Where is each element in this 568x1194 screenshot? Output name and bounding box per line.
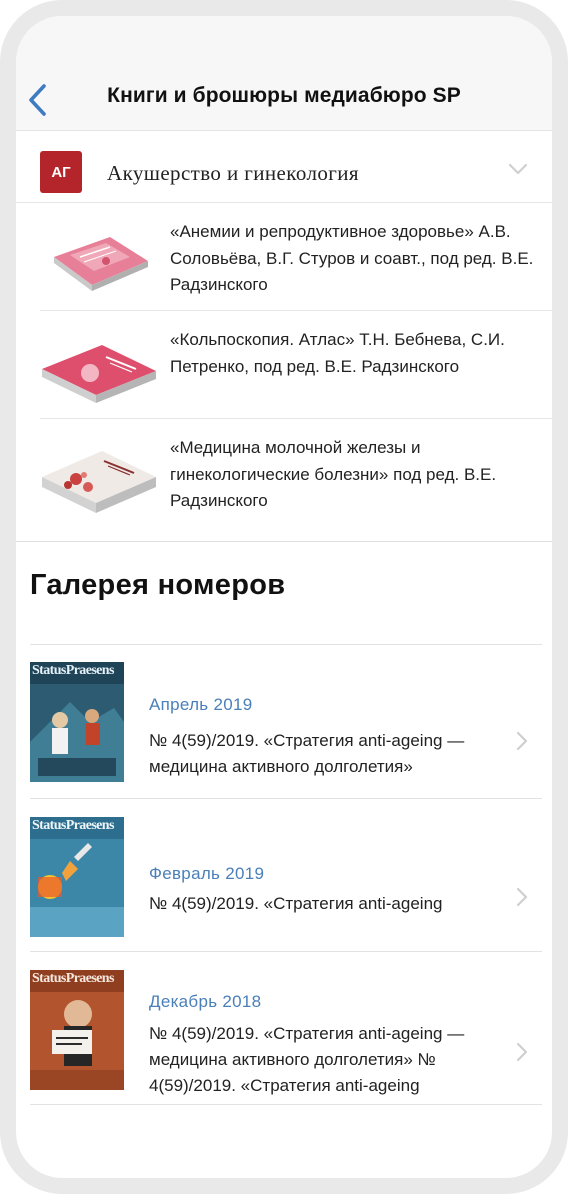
- book-cover-image: [42, 451, 156, 513]
- magazine-cover-art: [30, 662, 124, 782]
- book-item[interactable]: «Анемии и репродуктивное здоровье» А.В. …: [40, 203, 552, 311]
- magazine-cover-art: [30, 970, 124, 1090]
- cover-masthead: StatusPraesens: [32, 663, 114, 678]
- chevron-right-icon[interactable]: [516, 731, 528, 751]
- issue-cover-image: StatusPraesens: [30, 817, 124, 937]
- book-title: «Анемии и репродуктивное здоровье» А.В. …: [170, 222, 534, 294]
- issue-title: № 4(59)/2019. «Стратегия anti-ageing — м…: [149, 1024, 465, 1095]
- issue-item[interactable]: StatusPraesens Февраль 2019 № 4(59)/2019…: [30, 799, 542, 952]
- cover-masthead: StatusPraesens: [32, 971, 114, 986]
- issue-date: Декабрь 2018: [149, 992, 262, 1011]
- issue-date: Февраль 2019: [149, 864, 265, 883]
- nav-header: Книги и брошюры медиабюро SP: [16, 16, 552, 131]
- chevron-right-icon[interactable]: [516, 887, 528, 907]
- issue-date: Апрель 2019: [149, 695, 253, 714]
- issue-item[interactable]: StatusPraesens Апрель 2019 № 4(59)/2019.…: [30, 645, 542, 799]
- issue-title: № 4(59)/2019. «Стратегия anti-ageing: [149, 894, 443, 913]
- category-accordion[interactable]: АГ Акушерство и гинекология: [16, 131, 552, 203]
- issue-title: № 4(59)/2019. «Стратегия anti-ageing — м…: [149, 731, 465, 776]
- cover-masthead: StatusPraesens: [32, 818, 114, 833]
- chevron-right-icon[interactable]: [516, 1042, 528, 1062]
- book-cover-image: [42, 345, 156, 403]
- page-title: Книги и брошюры медиабюро SP: [107, 84, 461, 107]
- book-title: «Медицина молочной железы и гинекологиче…: [170, 438, 497, 510]
- section-divider: [16, 541, 552, 542]
- category-title: Акушерство и гинекология: [107, 161, 359, 185]
- book-cover-image: [54, 237, 148, 291]
- book-title: «Кольпоскопия. Атлас» Т.Н. Бебнева, С.И.…: [170, 330, 505, 376]
- chevron-down-icon[interactable]: [508, 163, 528, 175]
- issue-item[interactable]: StatusPraesens Декабрь 2018 № 4(59)/2019…: [30, 952, 542, 1105]
- phone-frame: Книги и брошюры медиабюро SP АГ Акушерст…: [0, 0, 568, 1194]
- issue-cover-image: StatusPraesens: [30, 662, 124, 782]
- gallery-title: Галерея номеров: [30, 569, 286, 601]
- book-item[interactable]: «Кольпоскопия. Атлас» Т.Н. Бебнева, С.И.…: [40, 311, 552, 419]
- issue-cover-image: StatusPraesens: [30, 970, 124, 1090]
- book-item[interactable]: «Медицина молочной железы и гинекологиче…: [40, 419, 552, 541]
- magazine-cover-art: [30, 817, 124, 937]
- ag-logo: АГ: [40, 151, 82, 193]
